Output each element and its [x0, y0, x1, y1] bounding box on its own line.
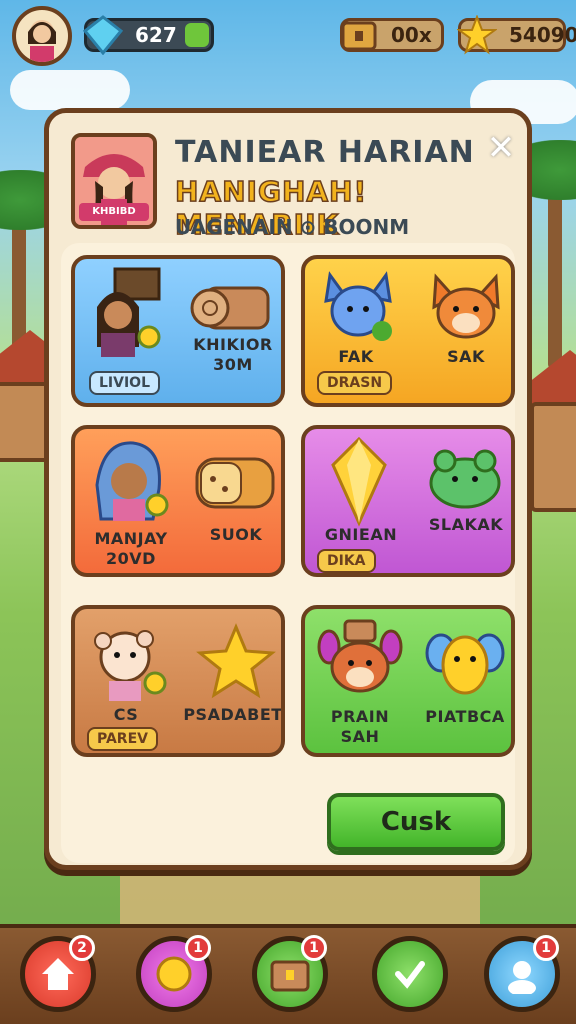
top-bar: 627 00x 54090	[0, 0, 576, 78]
nav-check-button[interactable]	[372, 936, 448, 1012]
gems-counter[interactable]: 627	[83, 15, 214, 55]
gems-value: 627	[135, 23, 177, 47]
modal-subtitle: UAGENAIN ⊙ BOONM	[175, 215, 410, 239]
card-1-label: KHIKIOR 30M	[193, 335, 273, 374]
nav-profile-badge: 1	[533, 935, 559, 961]
gold-star-icon	[191, 621, 281, 701]
confirm-button[interactable]: Cusk	[327, 793, 505, 851]
nav-home-badge: 2	[69, 935, 95, 961]
reward-card-4[interactable]: GNIEAN SLAKAK DIKA	[301, 425, 515, 577]
coin-icon	[156, 956, 192, 992]
nav-profile-button[interactable]: 1	[484, 935, 560, 1012]
nav-coin-button[interactable]: 1	[136, 935, 212, 1012]
card-5-label-right: PSADABET	[183, 705, 283, 724]
nav-home-button[interactable]: 2	[20, 935, 96, 1012]
gem-icon	[317, 433, 401, 529]
coins-counter[interactable]: 00x	[340, 18, 444, 52]
chest-icon	[337, 13, 381, 57]
coins-value: 00x	[391, 23, 432, 47]
card-3-label-left: MANJAY 20VD	[94, 529, 168, 568]
reward-card-6[interactable]: PRAIN SAH PIATBCA	[301, 605, 515, 757]
diamond-icon	[81, 13, 125, 57]
modal-header: KHBIBD TANIEAR HARIAN HANIGHAH! MENARIIK…	[71, 131, 517, 243]
wood-logs-icon	[185, 269, 281, 341]
daily-reward-modal: KHBIBD TANIEAR HARIAN HANIGHAH! MENARIIK…	[44, 108, 532, 870]
close-button[interactable]: ✕	[485, 131, 517, 165]
yellow-dragon-icon	[419, 615, 511, 705]
green-creature-icon	[419, 439, 511, 523]
card-2-label-right: SAK	[447, 347, 485, 366]
card-4-label-left: GNIEAN	[324, 525, 398, 544]
reward-card-5[interactable]: CS PSADABET PAREV	[71, 605, 285, 757]
home-icon	[42, 958, 74, 990]
reward-card-1[interactable]: KHIKIOR 30M LIVIOL	[71, 255, 285, 407]
bunny-creature-icon	[313, 615, 407, 705]
card-6-label-left: PRAIN SAH	[330, 707, 390, 746]
stars-value: 54090	[509, 23, 576, 47]
card-2-label-left: FAK	[338, 347, 374, 366]
character-icon	[85, 267, 165, 357]
baby-character-icon	[83, 617, 173, 707]
card-4-label-right: SLAKAK	[428, 515, 504, 534]
card-3-label-right: SUOK	[209, 525, 263, 544]
reward-card-2[interactable]: FAK SAK DRASN	[301, 255, 515, 407]
star-icon	[455, 13, 499, 57]
bread-icon	[189, 447, 281, 517]
card-1-badge: LIVIOL	[89, 371, 160, 395]
fox-icon	[421, 265, 511, 349]
nav-chest-badge: 1	[301, 935, 327, 961]
card-2-badge: DRASN	[317, 371, 393, 395]
player-avatar[interactable]	[12, 6, 72, 66]
chest-icon	[270, 960, 310, 992]
card-5-badge: PAREV	[87, 727, 158, 751]
bottom-navigation: 2 1 1 1	[0, 924, 576, 1024]
stars-counter[interactable]: 54090	[457, 15, 576, 55]
hooded-girl-icon	[81, 433, 177, 529]
profile-icon	[508, 961, 536, 994]
nav-chest-button[interactable]: 1	[252, 935, 328, 1012]
check-icon	[395, 961, 425, 989]
nav-coin-badge: 1	[185, 935, 211, 961]
add-gems-button[interactable]	[185, 23, 209, 47]
header-portrait: KHBIBD	[71, 133, 157, 229]
card-6-label-right: PIATBCA	[425, 707, 505, 726]
portrait-tag: KHBIBD	[79, 203, 149, 221]
card-5-label-left: CS	[113, 705, 139, 724]
reward-card-3[interactable]: MANJAY 20VD SUOK	[71, 425, 285, 577]
modal-title: TANIEAR HARIAN	[175, 135, 475, 170]
reward-grid: KHIKIOR 30M LIVIOL FAK SAK DRASN MANJAY …	[61, 243, 515, 863]
blue-creature-icon	[313, 265, 403, 349]
card-4-badge: DIKA	[317, 549, 376, 573]
